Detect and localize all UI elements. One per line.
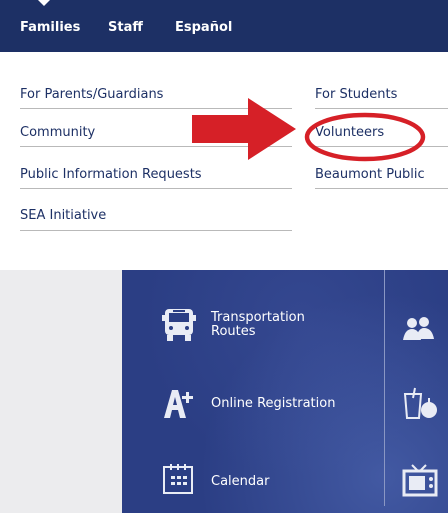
nav-item-espanol[interactable]: Español (175, 20, 232, 35)
top-nav-bar: Families Staff Español (0, 0, 448, 52)
tile-transportation-routes[interactable]: Transportation Routes (211, 311, 305, 339)
menu-link-beaumont-public[interactable]: Beaumont Public (315, 167, 425, 182)
menu-divider (20, 230, 292, 231)
calendar-icon[interactable] (162, 463, 194, 495)
bus-icon[interactable] (162, 307, 196, 343)
menu-divider (20, 188, 292, 189)
red-arrow-icon (192, 98, 296, 160)
menu-link-sea-initiative[interactable]: SEA Initiative (20, 208, 106, 223)
menu-link-for-students[interactable]: For Students (315, 87, 397, 102)
cup-apple-icon[interactable] (403, 386, 439, 422)
nav-item-families[interactable]: Families (20, 20, 80, 35)
menu-divider (315, 188, 448, 189)
nav-item-staff[interactable]: Staff (108, 20, 143, 35)
menu-link-community[interactable]: Community (20, 125, 95, 140)
tile-transportation-line2: Routes (211, 324, 256, 339)
active-caret-icon (38, 0, 50, 6)
tv-icon[interactable] (402, 463, 438, 497)
tile-online-registration[interactable]: Online Registration (211, 397, 335, 411)
tile-column-divider (384, 270, 385, 506)
tile-calendar[interactable]: Calendar (211, 475, 269, 489)
menu-link-public-information-requests[interactable]: Public Information Requests (20, 167, 202, 182)
a-plus-icon[interactable] (160, 388, 196, 420)
highlight-ellipse-icon (304, 112, 426, 162)
menu-link-parents-guardians[interactable]: For Parents/Guardians (20, 87, 163, 102)
menu-divider (315, 108, 448, 109)
tile-transportation-line1: Transportation (211, 310, 305, 325)
people-icon[interactable] (402, 316, 436, 342)
